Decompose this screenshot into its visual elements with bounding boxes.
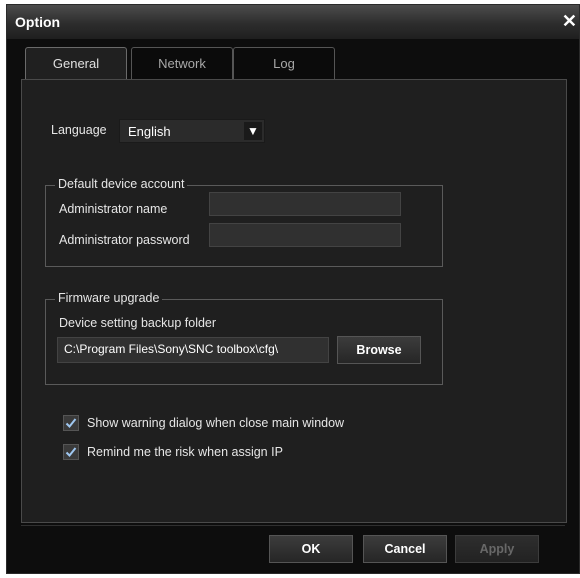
remind-risk-label: Remind me the risk when assign IP — [87, 445, 283, 459]
admin-password-label: Administrator password — [59, 233, 190, 247]
language-label: Language — [51, 123, 107, 137]
cancel-button[interactable]: Cancel — [363, 535, 447, 563]
admin-name-field[interactable] — [209, 192, 401, 216]
backup-folder-label: Device setting backup folder — [59, 316, 217, 330]
window-title: Option — [15, 14, 61, 30]
tab-network[interactable]: Network — [131, 47, 233, 79]
dropdown-arrow-icon[interactable]: ▼ — [244, 122, 262, 140]
tab-general[interactable]: General — [25, 47, 127, 80]
footer-divider — [21, 525, 565, 526]
show-warning-label: Show warning dialog when close main wind… — [87, 416, 345, 430]
close-icon[interactable]: ✕ — [562, 11, 577, 32]
check-mark-icon — [65, 418, 77, 428]
backup-folder-field[interactable]: C:\Program Files\Sony\SNC toolbox\cfg\ — [57, 337, 329, 363]
remind-risk-checkbox[interactable] — [63, 444, 79, 460]
apply-button[interactable]: Apply — [455, 535, 539, 563]
show-warning-checkbox[interactable] — [63, 415, 79, 431]
language-value: English — [128, 124, 171, 139]
check-mark-icon — [65, 447, 77, 457]
admin-name-label: Administrator name — [59, 202, 168, 216]
tab-log[interactable]: Log — [233, 47, 335, 79]
language-select[interactable]: English ▼ — [119, 119, 265, 143]
ok-button[interactable]: OK — [269, 535, 353, 563]
option-dialog: Option ✕ General Network Log Language En… — [6, 4, 580, 574]
default-account-legend: Default device account — [55, 177, 188, 191]
firmware-upgrade-legend: Firmware upgrade — [55, 291, 163, 305]
browse-button[interactable]: Browse — [337, 336, 421, 364]
title-bar[interactable]: Option ✕ — [7, 5, 579, 39]
admin-password-field[interactable] — [209, 223, 401, 247]
